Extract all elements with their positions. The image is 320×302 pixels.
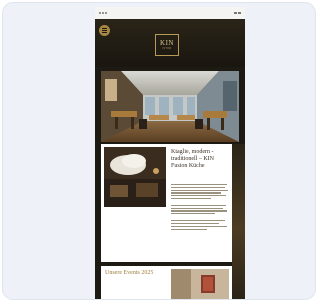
events-image [171,269,229,299]
restaurant-interior-image [101,71,239,142]
events-title: Unsere Events 2025 [105,270,154,276]
logo-subtext: ISTOR [162,46,172,50]
site-header: KIN ISTOR [95,19,245,67]
battery-icon [234,12,241,14]
phone-preview: KIN ISTOR Ktaglie, modern - traditionell… [95,7,245,299]
signal-icon [99,12,107,14]
menu-icon[interactable] [99,25,110,36]
status-bar [95,7,245,19]
article-excerpt [171,184,229,231]
chandelier-image [104,147,166,207]
logo-text: KIN [160,38,174,47]
background-edge [232,144,245,299]
preview-card: KIN ISTOR Ktaglie, modern - traditionell… [2,2,316,300]
article-title: Ktaglie, modern - traditionell – KIN Fus… [171,149,214,169]
events-card[interactable]: Unsere Events 2025 [101,266,232,299]
hero-image [101,71,239,142]
brand-logo[interactable]: KIN ISTOR [155,34,179,56]
events-room-image [171,269,229,299]
article-image [104,147,166,207]
article-card[interactable]: Ktaglie, modern - traditionell – KIN Fus… [101,144,232,262]
